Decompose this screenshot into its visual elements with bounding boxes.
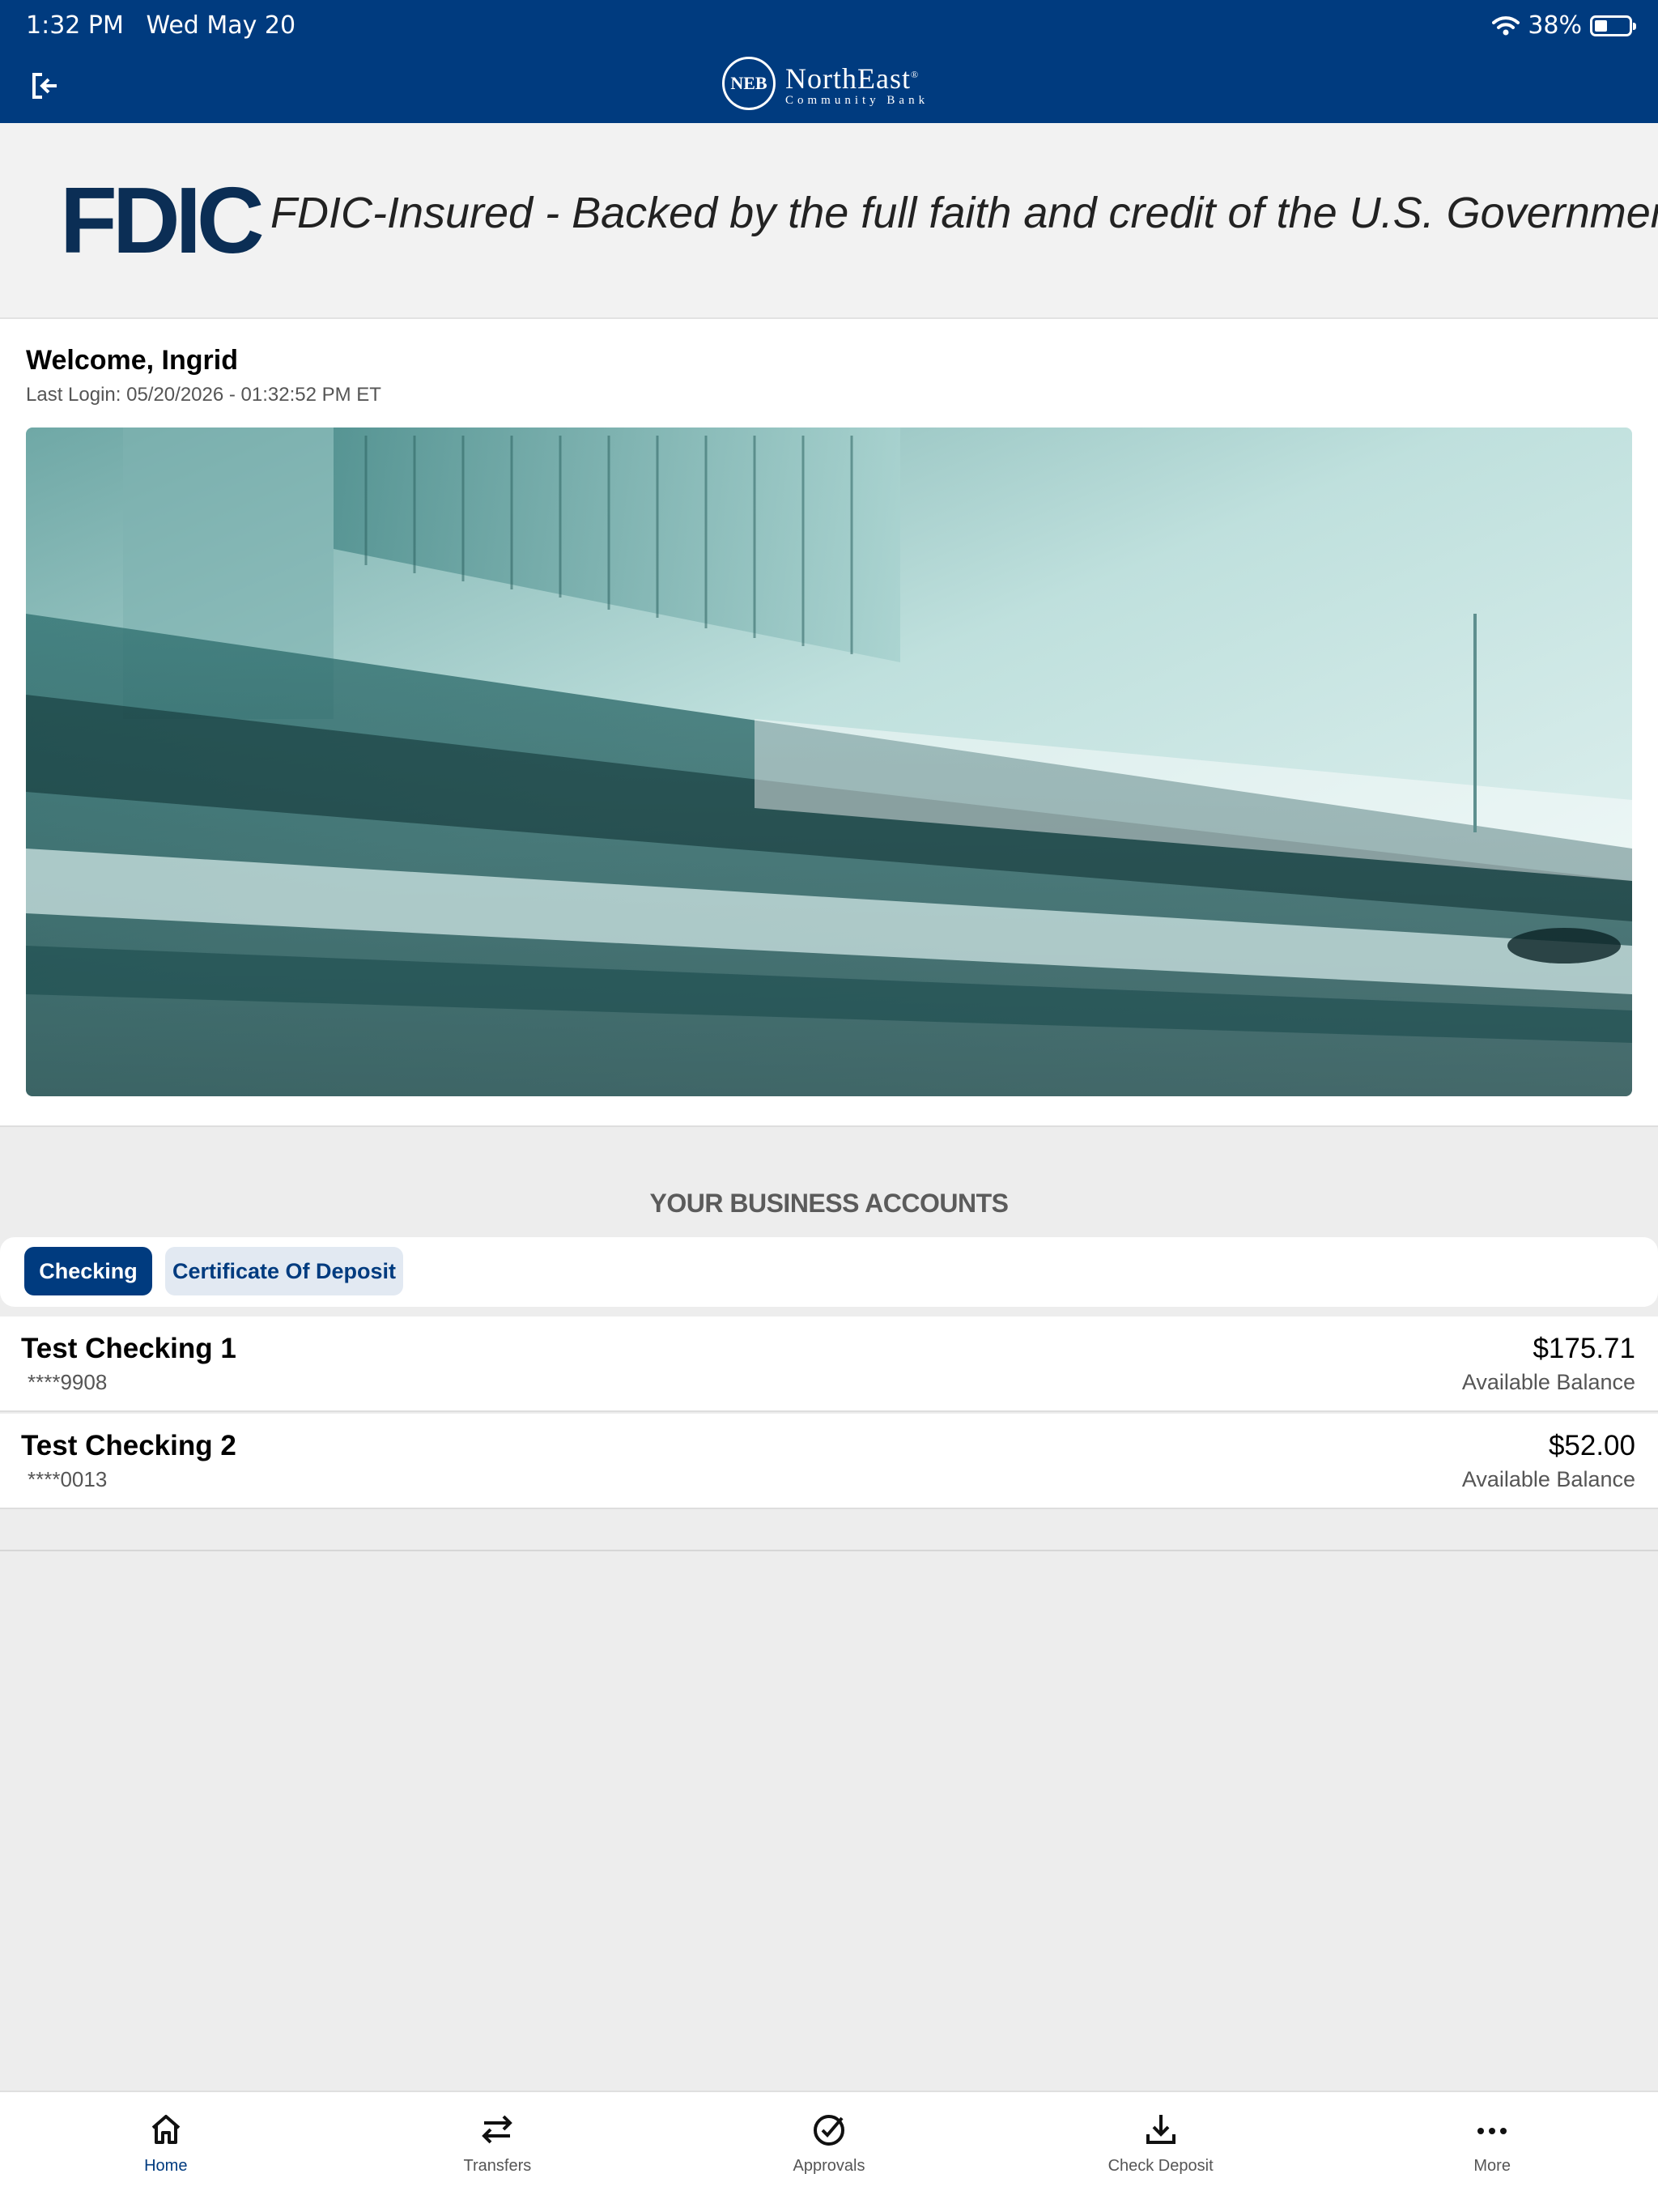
wifi-icon bbox=[1492, 15, 1520, 35]
account-balance: $175.71 bbox=[1533, 1333, 1635, 1364]
app-header: 1:32 PM Wed May 20 38% NEB NorthEast® Co… bbox=[0, 0, 1658, 123]
account-number: ****0013 bbox=[28, 1467, 108, 1491]
bank-logo: NEB NorthEast® Community Bank bbox=[722, 57, 929, 110]
battery-percent: 38% bbox=[1528, 11, 1582, 40]
bottom-navigation: Home Transfers Approvals Check Deposit M… bbox=[0, 2091, 1658, 2212]
download-icon bbox=[1146, 2115, 1175, 2144]
accounts-footer bbox=[0, 1511, 1658, 1551]
tab-certificate-of-deposit[interactable]: Certificate Of Deposit bbox=[165, 1247, 403, 1295]
fdic-logo: FDIC bbox=[60, 168, 265, 273]
nav-more-label: More bbox=[1473, 2157, 1511, 2175]
logout-icon[interactable] bbox=[29, 70, 62, 102]
account-type-tabs: Checking Certificate Of Deposit bbox=[0, 1237, 1658, 1307]
nav-check-deposit-label: Check Deposit bbox=[1107, 2157, 1214, 2175]
nav-check-deposit[interactable]: Check Deposit bbox=[995, 2092, 1327, 2181]
account-row[interactable]: Test Checking 2 ****0013 $52.00 Availabl… bbox=[0, 1414, 1658, 1509]
fdic-statement: FDIC-Insured - Backed by the full faith … bbox=[270, 189, 1658, 237]
accounts-section-title: YOUR BUSINESS ACCOUNTS bbox=[649, 1189, 1009, 1218]
more-icon bbox=[1477, 2128, 1507, 2134]
nav-approvals[interactable]: Approvals bbox=[663, 2092, 995, 2181]
nav-home[interactable]: Home bbox=[0, 2092, 332, 2181]
bank-seal-icon: NEB bbox=[722, 57, 776, 110]
fdic-banner: FDIC FDIC-Insured - Backed by the full f… bbox=[0, 123, 1658, 319]
brand-subtitle: Community Bank bbox=[785, 93, 929, 107]
check-circle-icon bbox=[813, 2115, 844, 2146]
status-date: Wed May 20 bbox=[146, 11, 296, 40]
hero-image bbox=[26, 428, 1632, 1096]
welcome-title: Welcome, Ingrid bbox=[26, 345, 238, 376]
balance-label: Available Balance bbox=[1461, 1467, 1635, 1491]
welcome-card: Welcome, Ingrid Last Login: 05/20/2026 -… bbox=[0, 319, 1658, 1127]
balance-label: Available Balance bbox=[1461, 1370, 1635, 1394]
nav-home-label: Home bbox=[144, 2157, 188, 2175]
account-number: ****9908 bbox=[28, 1370, 108, 1394]
last-login: Last Login: 05/20/2026 - 01:32:52 PM ET bbox=[26, 384, 381, 406]
tab-checking[interactable]: Checking bbox=[24, 1247, 152, 1295]
account-row[interactable]: Test Checking 1 ****9908 $175.71 Availab… bbox=[0, 1317, 1658, 1412]
account-name: Test Checking 2 bbox=[21, 1430, 236, 1461]
account-balance: $52.00 bbox=[1548, 1430, 1635, 1461]
transfer-icon bbox=[482, 2115, 513, 2144]
status-clock: 1:32 PM bbox=[26, 11, 124, 40]
nav-transfers-label: Transfers bbox=[463, 2157, 532, 2175]
home-icon bbox=[151, 2115, 181, 2144]
status-time: 1:32 PM Wed May 20 bbox=[26, 11, 310, 40]
status-indicators: 38% bbox=[1492, 11, 1636, 40]
brand-name: NorthEast bbox=[785, 62, 911, 95]
nav-approvals-label: Approvals bbox=[793, 2157, 865, 2175]
nav-more[interactable]: More bbox=[1326, 2092, 1658, 2181]
nav-transfers[interactable]: Transfers bbox=[332, 2092, 664, 2181]
account-name: Test Checking 1 bbox=[21, 1333, 236, 1364]
battery-icon bbox=[1590, 15, 1636, 36]
